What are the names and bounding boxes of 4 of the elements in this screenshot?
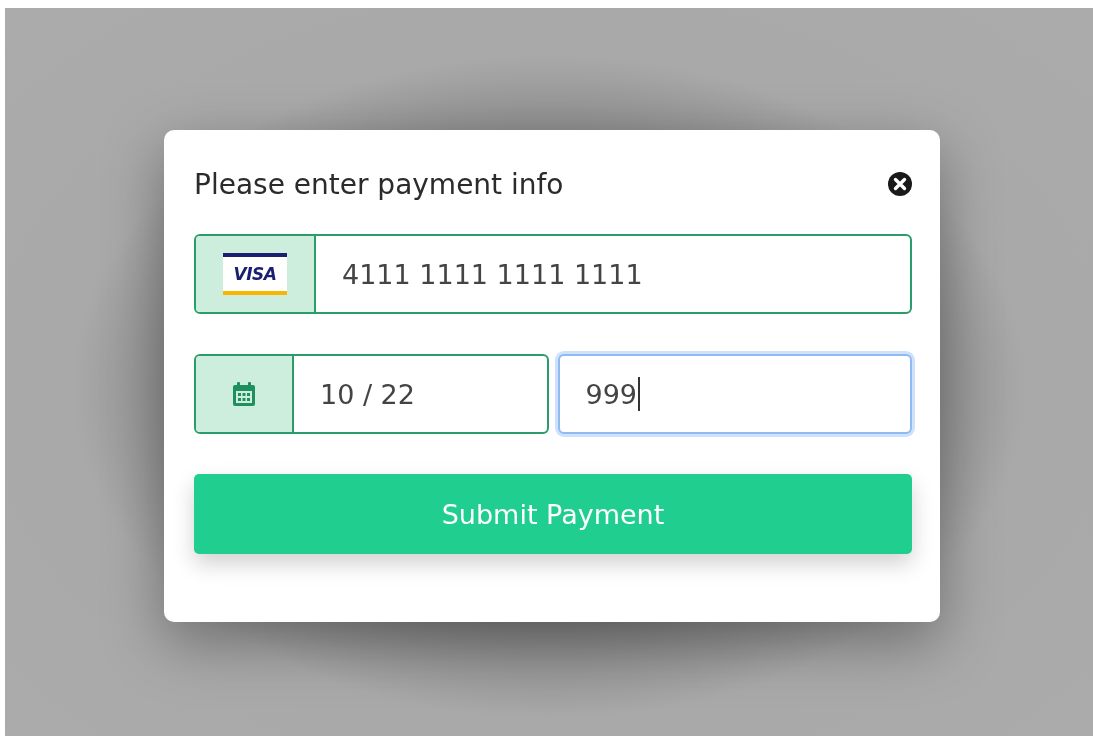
dialog-title: Please enter payment info bbox=[194, 167, 564, 201]
close-icon[interactable] bbox=[888, 172, 912, 196]
cvc-field[interactable]: 999 bbox=[559, 356, 910, 432]
text-cursor bbox=[638, 377, 640, 411]
